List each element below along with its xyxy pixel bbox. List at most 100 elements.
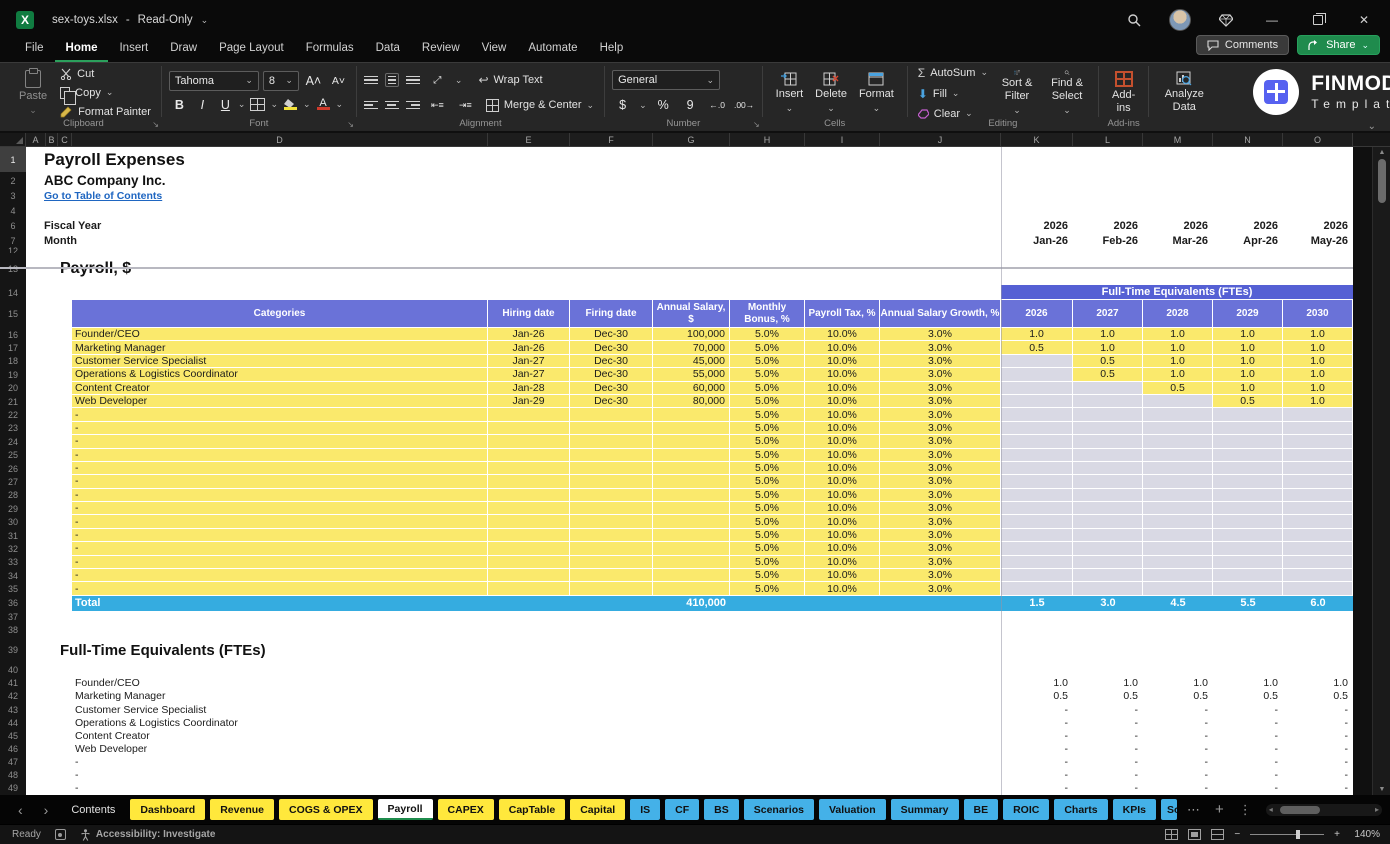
copy-button[interactable]: Copy⌄ <box>57 85 154 101</box>
cell[interactable] <box>488 782 1001 795</box>
scroll-up-icon[interactable]: ▲ <box>1373 149 1390 156</box>
growth-cell[interactable]: 3.0% <box>880 569 1001 582</box>
accessibility-status[interactable]: Accessibility: Investigate <box>80 829 216 841</box>
align-center-icon[interactable] <box>385 101 399 110</box>
salary-cell[interactable]: 70,000 <box>653 341 730 354</box>
fte-cell[interactable]: 0.5 <box>1001 341 1073 354</box>
total-label[interactable]: Total <box>72 596 488 611</box>
grow-font-button[interactable]: A˄ <box>303 71 324 91</box>
fte-cell[interactable] <box>1213 449 1283 462</box>
align-right-icon[interactable] <box>406 101 420 110</box>
sheet-tab-capex[interactable]: CAPEX <box>438 799 494 820</box>
tax-cell[interactable]: 10.0% <box>805 582 880 595</box>
chevron-down-icon[interactable]: ⌄ <box>201 15 209 26</box>
tax-cell[interactable]: 10.0% <box>805 382 880 395</box>
header-annual-salary[interactable]: Annual Salary, $ <box>653 300 730 328</box>
growth-cell[interactable]: 3.0% <box>880 328 1001 341</box>
close-button[interactable]: ✕ <box>1344 5 1384 35</box>
fte-cell[interactable] <box>1283 515 1353 528</box>
sheet-tab-bs[interactable]: BS <box>704 799 739 820</box>
fte-cell[interactable] <box>1213 422 1283 435</box>
month-label[interactable]: Month <box>26 234 1001 248</box>
header-fte-year[interactable]: 2026 <box>1001 300 1073 328</box>
decrease-decimal-button[interactable]: .00→ <box>734 95 755 115</box>
fte-value-cell[interactable]: - <box>1213 729 1283 742</box>
month-value[interactable]: Jan-26 <box>1001 234 1073 248</box>
cell[interactable] <box>26 435 72 448</box>
fte-value-cell[interactable]: 1.0 <box>1001 677 1073 690</box>
row-header-43[interactable]: 43 <box>0 703 26 716</box>
column-header-C[interactable]: C <box>58 133 72 147</box>
fte-cell[interactable]: 1.0 <box>1283 382 1353 395</box>
column-header-I[interactable]: I <box>805 133 880 147</box>
row-header-28[interactable]: 28 <box>0 489 26 502</box>
sheet-tab-captable[interactable]: CapTable <box>499 799 565 820</box>
column-header-F[interactable]: F <box>570 133 653 147</box>
firing-date-cell[interactable]: Dec-30 <box>570 355 653 368</box>
underline-button[interactable]: U <box>215 95 236 115</box>
fte-cell[interactable]: 1.0 <box>1213 382 1283 395</box>
fiscal-year-value[interactable]: 2026 <box>1001 218 1073 234</box>
fte-cell[interactable] <box>1143 556 1213 569</box>
bonus-cell[interactable]: 5.0% <box>730 502 805 515</box>
cell[interactable] <box>26 422 72 435</box>
column-header-N[interactable]: N <box>1213 133 1283 147</box>
cell[interactable] <box>488 755 1001 768</box>
fte-cell[interactable] <box>1283 422 1353 435</box>
cell[interactable] <box>26 449 72 462</box>
fte-cell[interactable] <box>1001 582 1073 595</box>
sheet-next-icon[interactable]: › <box>36 802 57 818</box>
row-header-32[interactable]: 32 <box>0 542 26 555</box>
column-header-M[interactable]: M <box>1143 133 1213 147</box>
payroll-section-cell[interactable]: Payroll, $ <box>26 253 1353 285</box>
row-header-15[interactable]: 15 <box>0 300 26 328</box>
cell[interactable] <box>488 690 1001 703</box>
menu-home[interactable]: Home <box>55 40 109 62</box>
maximize-button[interactable] <box>1298 5 1338 35</box>
fte-cell[interactable] <box>1213 556 1283 569</box>
row-header-19[interactable]: 19 <box>0 368 26 381</box>
category-cell[interactable]: - <box>72 582 488 595</box>
fte-name-cell[interactable]: Web Developer <box>72 742 488 755</box>
fte-cell[interactable] <box>1073 529 1143 542</box>
category-cell[interactable]: - <box>72 529 488 542</box>
growth-cell[interactable]: 3.0% <box>880 355 1001 368</box>
category-cell[interactable]: - <box>72 435 488 448</box>
fte-cell[interactable] <box>1073 569 1143 582</box>
fte-cell[interactable]: 0.5 <box>1213 395 1283 408</box>
bonus-cell[interactable]: 5.0% <box>730 449 805 462</box>
wrap-text-button[interactable]: ↩Wrap Text <box>475 71 545 89</box>
growth-cell[interactable]: 3.0% <box>880 341 1001 354</box>
salary-cell[interactable] <box>653 475 730 488</box>
fiscal-year-value[interactable]: 2026 <box>1143 218 1213 234</box>
sheet-tab-summary[interactable]: Summary <box>891 799 959 820</box>
total-cell[interactable] <box>570 596 653 611</box>
firing-date-cell[interactable] <box>570 542 653 555</box>
firing-date-cell[interactable]: Dec-30 <box>570 328 653 341</box>
align-bottom-icon[interactable] <box>406 76 420 85</box>
firing-date-cell[interactable] <box>570 556 653 569</box>
fte-cell[interactable] <box>1143 395 1213 408</box>
fte-cell[interactable] <box>1001 489 1073 502</box>
kebab-icon[interactable]: ⋮ <box>1234 802 1257 818</box>
row-header-36[interactable]: 36 <box>0 596 26 611</box>
fte-cell[interactable]: 1.0 <box>1143 355 1213 368</box>
hiring-date-cell[interactable] <box>488 569 570 582</box>
fte-value-cell[interactable]: - <box>1073 755 1143 768</box>
cell[interactable] <box>26 596 72 611</box>
fte-cell[interactable]: 1.0 <box>1001 328 1073 341</box>
fte-cell[interactable]: 1.0 <box>1283 341 1353 354</box>
growth-cell[interactable]: 3.0% <box>880 542 1001 555</box>
toc-link[interactable]: Go to Table of Contents <box>44 190 162 202</box>
sheet-prev-icon[interactable]: ‹ <box>10 802 31 818</box>
fte-value-cell[interactable]: - <box>1001 742 1073 755</box>
fte-cell[interactable] <box>1213 489 1283 502</box>
fte-cell[interactable] <box>1073 382 1143 395</box>
sheet-tab-scenarios[interactable]: Scenarios <box>744 799 814 820</box>
cell[interactable] <box>26 742 72 755</box>
cell[interactable] <box>26 556 72 569</box>
header-hiring-date[interactable]: Hiring date <box>488 300 570 328</box>
minimize-button[interactable]: — <box>1252 5 1292 35</box>
fte-cell[interactable] <box>1143 435 1213 448</box>
column-header-O[interactable]: O <box>1283 133 1353 147</box>
